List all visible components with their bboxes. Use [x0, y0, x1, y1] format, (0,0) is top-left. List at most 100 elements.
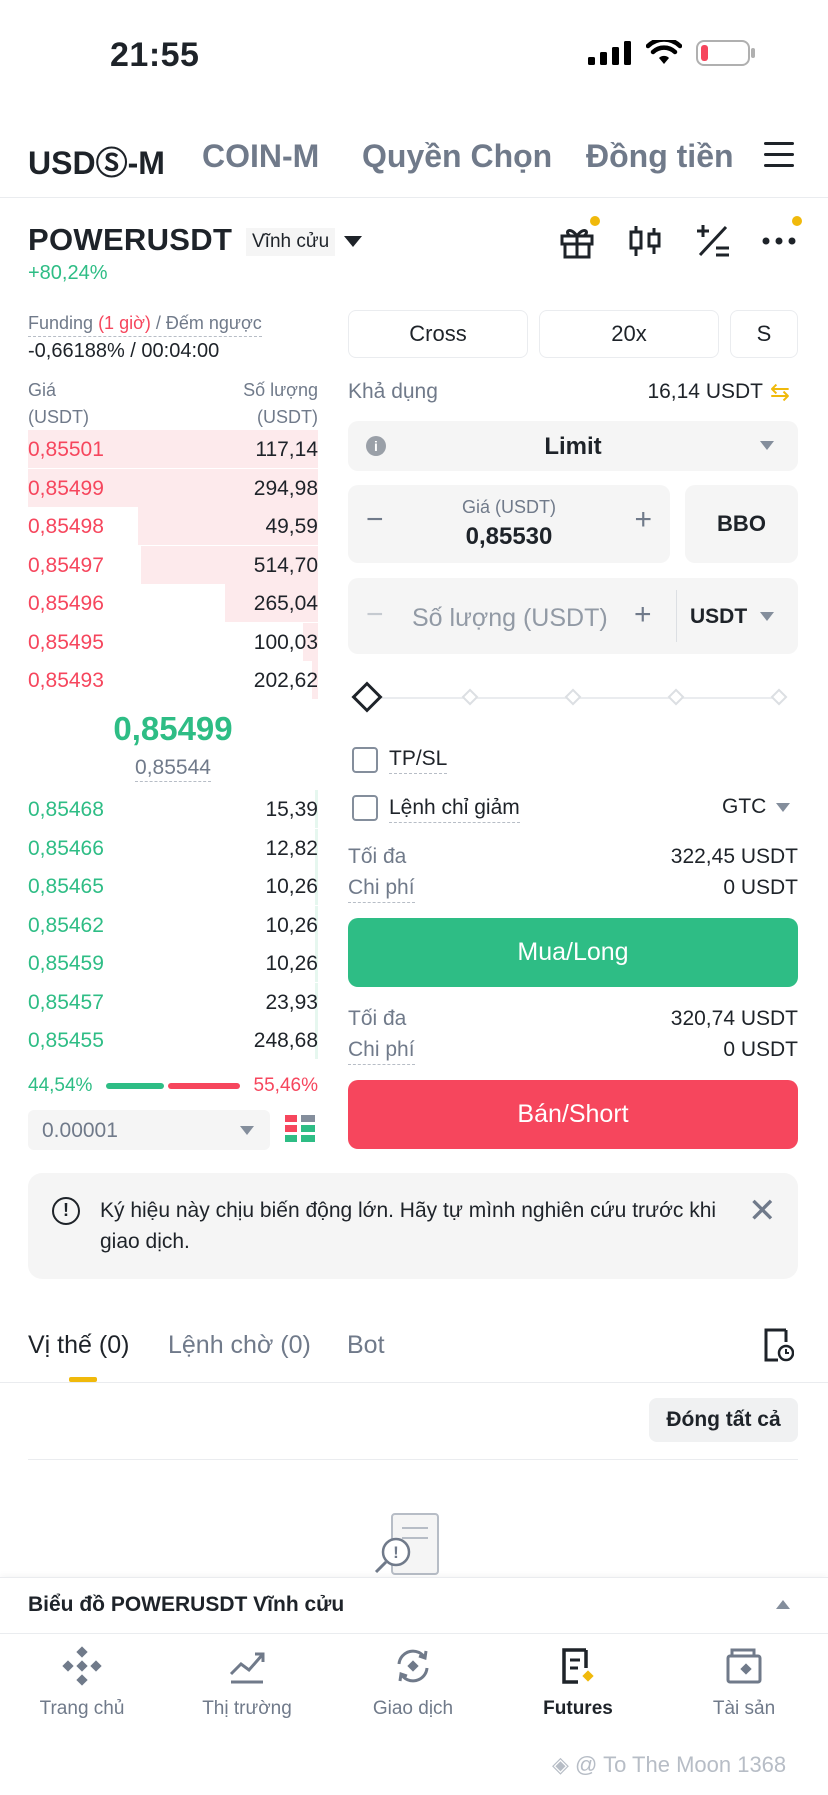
quantity-unit-select[interactable]: USDT [690, 605, 747, 629]
slider-mark-50[interactable] [564, 688, 582, 706]
asset-mode-button[interactable]: S [730, 310, 798, 358]
buy-cost-value: 0 USDT [723, 876, 798, 899]
row-price: 0,85498 [28, 515, 104, 538]
available-value: 16,14 USDT [647, 380, 763, 403]
close-icon[interactable]: ✕ [748, 1191, 777, 1231]
order-type-select[interactable]: i Limit [348, 421, 798, 471]
row-qty: 10,26 [265, 875, 318, 898]
bid-row[interactable]: 0,85457 23,93 [28, 982, 318, 1021]
ask-row[interactable]: 0,85499 294,98 [28, 468, 318, 507]
tab-usds-m[interactable]: USDⓈ-M [28, 138, 165, 184]
menu-icon[interactable] [764, 142, 794, 168]
tab-positions[interactable]: Vị thế (0) [28, 1331, 129, 1360]
sell-ratio-bar [168, 1083, 240, 1089]
nav-trade[interactable]: Giao dịch [343, 1646, 483, 1720]
more-icon[interactable] [760, 216, 802, 260]
tpsl-label[interactable]: TP/SL [389, 747, 448, 774]
buy-long-button[interactable]: Mua/Long [348, 918, 798, 987]
empty-state-icon: ! [372, 1510, 452, 1578]
nav-futures[interactable]: Futures [508, 1646, 648, 1720]
cellular-signal-icon [588, 41, 631, 65]
nav-home[interactable]: Trang chủ [12, 1646, 152, 1720]
tpsl-checkbox[interactable] [352, 747, 378, 773]
row-price: 0,85462 [28, 913, 104, 937]
ask-row[interactable]: 0,85498 49,59 [28, 507, 318, 545]
bid-row[interactable]: 0,85459 10,26 [28, 944, 318, 982]
tab-coin-m[interactable]: COIN-M [202, 138, 319, 175]
time-in-force-select[interactable]: GTC [722, 795, 766, 819]
slider-mark-75[interactable] [667, 688, 685, 706]
divider [28, 1459, 798, 1460]
plus-icon[interactable]: + [634, 598, 652, 632]
percent-slider-handle[interactable] [351, 681, 383, 713]
row-qty: 248,68 [253, 1029, 318, 1052]
row-price: 0,85468 [28, 798, 104, 821]
quantity-input[interactable]: − Số lượng (USDT) + USDT [348, 578, 798, 654]
funding-interval: (1 giờ) [98, 313, 151, 333]
buy-ratio-bar [106, 1083, 164, 1089]
price-input[interactable]: − Giá (USDT) 0,85530 + [348, 485, 670, 563]
gift-icon[interactable] [558, 216, 600, 260]
funding-label[interactable]: Funding (1 giờ) / Đếm ngược [28, 313, 262, 337]
row-qty: 12,82 [265, 836, 318, 860]
sell-max-label: Tối đa [348, 1007, 407, 1030]
ask-row[interactable]: 0,85497 514,70 [28, 545, 318, 584]
ask-row[interactable]: 0,85501 117,14 [28, 430, 318, 468]
candlestick-chart-icon[interactable] [626, 222, 664, 260]
row-price: 0,85501 [28, 438, 104, 461]
available-label: Khả dụng [348, 380, 438, 403]
ask-row[interactable]: 0,85495 100,03 [28, 622, 318, 661]
bid-row[interactable]: 0,85462 10,26 [28, 905, 318, 944]
tab-open-orders[interactable]: Lệnh chờ (0) [168, 1331, 311, 1360]
buy-max-label: Tối đa [348, 845, 407, 868]
status-time: 21:55 [110, 36, 200, 74]
mark-price[interactable]: 0,85544 [28, 756, 318, 782]
row-price: 0,85455 [28, 1029, 104, 1052]
transfer-icon[interactable]: ⇆ [770, 378, 790, 407]
slider-mark-25[interactable] [461, 688, 479, 706]
chevron-down-icon [240, 1126, 254, 1135]
bid-row[interactable]: 0,85468 15,39 [28, 790, 318, 828]
sell-max-value: 320,74 USDT [670, 1007, 798, 1030]
watermark-text: To The Moon 1368 [603, 1752, 787, 1777]
tab-copy-trading[interactable]: Đồng tiền [586, 138, 736, 175]
quantity-placeholder[interactable]: Số lượng (USDT) [412, 604, 608, 633]
binance-logo-icon [62, 1646, 102, 1686]
row-qty: 265,04 [253, 592, 318, 615]
close-all-button[interactable]: Đóng tất cả [649, 1398, 798, 1442]
reduce-only-checkbox[interactable] [352, 795, 378, 821]
nav-assets[interactable]: Tài sản [674, 1646, 814, 1720]
nav-markets[interactable]: Thị trường [177, 1646, 317, 1720]
sell-cost-label[interactable]: Chi phí [348, 1038, 415, 1065]
chevron-down-icon[interactable] [344, 236, 362, 247]
calculator-icon[interactable] [694, 222, 732, 260]
minus-icon[interactable]: − [366, 598, 384, 632]
tick-size-select[interactable]: 0.00001 [28, 1110, 270, 1150]
price-input-value[interactable]: 0,85530 [348, 523, 670, 551]
symbol-name[interactable]: POWERUSDT [28, 222, 232, 258]
ask-row[interactable]: 0,85496 265,04 [28, 584, 318, 622]
bid-row[interactable]: 0,85466 12,82 [28, 828, 318, 867]
nav-assets-label: Tài sản [712, 1698, 776, 1719]
divider [0, 1382, 828, 1383]
row-price: 0,85497 [28, 553, 104, 577]
buy-cost-label[interactable]: Chi phí [348, 876, 415, 903]
reduce-only-label[interactable]: Lệnh chỉ giảm [389, 796, 520, 823]
order-history-icon[interactable] [764, 1328, 795, 1362]
tab-bot[interactable]: Bot [347, 1331, 385, 1360]
buy-ratio: 44,54% [28, 1075, 93, 1096]
row-qty: 10,26 [265, 913, 318, 937]
sell-short-button[interactable]: Bán/Short [348, 1080, 798, 1149]
tab-options[interactable]: Quyền Chọn [362, 138, 552, 175]
orderbook-layout-icon[interactable] [285, 1114, 315, 1144]
margin-mode-button[interactable]: Cross [348, 310, 528, 358]
leverage-button[interactable]: 20x [539, 310, 719, 358]
bbo-button[interactable]: BBO [685, 485, 798, 563]
slider-mark-100[interactable] [770, 688, 788, 706]
bid-row[interactable]: 0,85465 10,26 [28, 867, 318, 905]
chart-panel-toggle[interactable]: Biểu đồ POWERUSDT Vĩnh cửu [0, 1577, 828, 1633]
ask-row[interactable]: 0,85493 202,62 [28, 661, 318, 699]
plus-icon[interactable]: + [634, 503, 652, 537]
bid-row[interactable]: 0,85455 248,68 [28, 1021, 318, 1059]
row-qty: 15,39 [265, 798, 318, 821]
